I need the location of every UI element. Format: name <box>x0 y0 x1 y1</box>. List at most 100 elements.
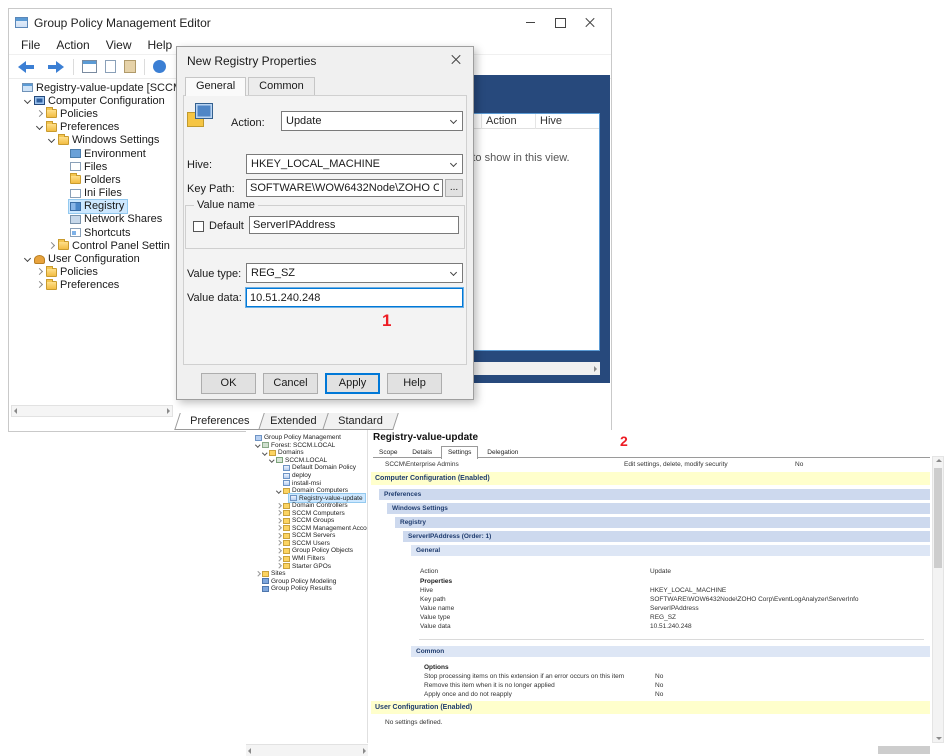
expand-chevron[interactable] <box>35 280 45 290</box>
tree-item-folders[interactable]: Folders <box>9 173 179 186</box>
help-button[interactable]: Help <box>387 373 442 394</box>
back-icon[interactable] <box>17 60 37 74</box>
registry-item-header[interactable]: ServerIPAddress (Order: 1) <box>403 531 930 542</box>
tree-item-preferences[interactable]: Preferences <box>9 121 179 134</box>
tree-item-network-shares[interactable]: Network Shares <box>9 213 179 226</box>
cancel-button[interactable]: Cancel <box>263 373 318 394</box>
expand-chevron[interactable] <box>269 457 275 463</box>
browse-button[interactable]: ... <box>445 179 463 197</box>
ok-button[interactable]: OK <box>201 373 256 394</box>
expand-chevron[interactable] <box>35 267 45 277</box>
tab-extended[interactable]: Extended <box>255 413 333 430</box>
user-configuration-header[interactable]: User Configuration (Enabled) <box>371 701 930 714</box>
gpmc-tree-horizontal-scrollbar[interactable] <box>246 744 368 756</box>
tree-item-shortcuts[interactable]: Shortcuts <box>9 226 179 239</box>
tree-item-user-configuration[interactable]: User Configuration <box>9 252 179 265</box>
gpmc-item-registry-value-update[interactable]: Registry-value-update <box>246 494 367 502</box>
scroll-left-arrow[interactable] <box>14 408 17 414</box>
tree-item-computer-configuration[interactable]: Computer Configuration <box>9 94 179 107</box>
tree-item-registry[interactable]: Registry <box>9 200 179 213</box>
tab-general[interactable]: General <box>185 77 246 96</box>
tab-common[interactable]: Common <box>248 77 315 95</box>
apply-button[interactable]: Apply <box>325 373 380 394</box>
tree-item-windows-settings[interactable]: Windows Settings <box>9 134 179 147</box>
tree-item-user-preferences[interactable]: Preferences <box>9 279 179 292</box>
tree-horizontal-scrollbar[interactable] <box>11 405 173 417</box>
tree-item-policies[interactable]: Policies <box>9 107 179 120</box>
scroll-down-arrow[interactable] <box>936 737 942 740</box>
preferences-header[interactable]: Preferences <box>379 489 930 500</box>
tree-item-root[interactable]: Registry-value-update [SCCM- <box>9 81 179 94</box>
console-tree-icon[interactable] <box>82 60 97 73</box>
gpmc-item-sccm-users[interactable]: SCCM Users <box>246 540 367 548</box>
value-type-dropdown[interactable]: REG_SZ <box>246 263 463 283</box>
expand-chevron[interactable] <box>47 135 57 145</box>
tree-item-files[interactable]: Files <box>9 160 179 173</box>
menu-help[interactable]: Help <box>148 38 173 52</box>
gpmc-item-sccm-groups[interactable]: SCCM Groups <box>246 517 367 525</box>
report-horizontal-scroll-thumb[interactable] <box>878 746 930 754</box>
scroll-right-arrow[interactable] <box>363 748 366 754</box>
column-header-hive[interactable]: Hive <box>535 114 601 129</box>
maximize-icon[interactable] <box>545 11 575 35</box>
expand-chevron[interactable] <box>23 96 33 106</box>
minimize-icon[interactable] <box>515 11 545 35</box>
menu-action[interactable]: Action <box>56 38 89 52</box>
forward-icon[interactable] <box>45 60 65 74</box>
gpmc-item-wmi-filters[interactable]: WMI Filters <box>246 555 367 563</box>
common-section-header[interactable]: Common <box>411 646 930 657</box>
dialog-close-icon[interactable] <box>439 47 473 73</box>
tab-delegation[interactable]: Delegation <box>481 447 524 457</box>
gpmc-item-domains[interactable]: Domains <box>246 449 367 457</box>
scroll-left-arrow[interactable] <box>248 748 251 754</box>
gpmc-item-sccm-management-account[interactable]: SCCM Management Account <box>246 525 367 533</box>
gpmc-item-deploy[interactable]: deploy <box>246 472 367 480</box>
close-icon[interactable] <box>575 11 605 35</box>
column-header-action[interactable]: Action <box>481 114 535 129</box>
scroll-right-arrow[interactable] <box>594 366 597 372</box>
expand-chevron[interactable] <box>276 525 282 531</box>
export-list-icon[interactable] <box>105 60 116 73</box>
hive-dropdown[interactable]: HKEY_LOCAL_MACHINE <box>246 154 463 174</box>
expand-chevron[interactable] <box>262 450 268 456</box>
tree-item-user-policies[interactable]: Policies <box>9 266 179 279</box>
gpmc-item-domain-controllers[interactable]: Domain Controllers <box>246 502 367 510</box>
gpmc-item-install-msi[interactable]: install-msi <box>246 479 367 487</box>
value-data-input[interactable] <box>246 288 463 307</box>
windows-settings-header[interactable]: Windows Settings <box>387 503 930 514</box>
gpmc-item-group-policy-results[interactable]: Group Policy Results <box>246 585 367 593</box>
gpmc-item-sccm-computers[interactable]: SCCM Computers <box>246 509 367 517</box>
expand-chevron[interactable] <box>276 488 282 494</box>
expand-chevron[interactable] <box>255 442 261 448</box>
tab-preferences[interactable]: Preferences <box>174 413 265 430</box>
tab-settings[interactable]: Settings <box>441 446 479 459</box>
properties-icon[interactable] <box>124 60 136 73</box>
gpmc-item-group-policy-objects[interactable]: Group Policy Objects <box>246 547 367 555</box>
tab-standard[interactable]: Standard <box>322 413 398 430</box>
gpmc-item-starter-gpos[interactable]: Starter GPOs <box>246 562 367 570</box>
tree-item-environment[interactable]: Environment <box>9 147 179 160</box>
gpmc-item-domain-computers[interactable]: Domain Computers <box>246 487 367 495</box>
gpmc-item-sccm-servers[interactable]: SCCM Servers <box>246 532 367 540</box>
report-vertical-scrollbar[interactable] <box>932 456 944 743</box>
scroll-right-arrow[interactable] <box>167 408 170 414</box>
expand-chevron[interactable] <box>35 122 45 132</box>
expand-chevron[interactable] <box>255 571 261 577</box>
computer-configuration-header[interactable]: Computer Configuration (Enabled) <box>371 472 930 485</box>
gpmc-item-domain-sccm-local[interactable]: SCCM.LOCAL <box>246 457 367 465</box>
menu-view[interactable]: View <box>106 38 132 52</box>
expand-chevron[interactable] <box>276 503 282 509</box>
key-path-input[interactable] <box>246 179 443 197</box>
tab-details[interactable]: Details <box>406 447 438 457</box>
tab-scope[interactable]: Scope <box>373 447 403 457</box>
scroll-thumb[interactable] <box>934 468 942 568</box>
expand-chevron[interactable] <box>276 518 282 524</box>
expand-chevron[interactable] <box>276 548 282 554</box>
expand-chevron[interactable] <box>276 563 282 569</box>
expand-chevron[interactable] <box>35 109 45 119</box>
default-checkbox[interactable] <box>193 221 204 232</box>
expand-chevron[interactable] <box>276 533 282 539</box>
expand-chevron[interactable] <box>276 510 282 516</box>
gpmc-item-default-domain-policy[interactable]: Default Domain Policy <box>246 464 367 472</box>
gpmc-item-root[interactable]: Group Policy Management <box>246 434 367 442</box>
